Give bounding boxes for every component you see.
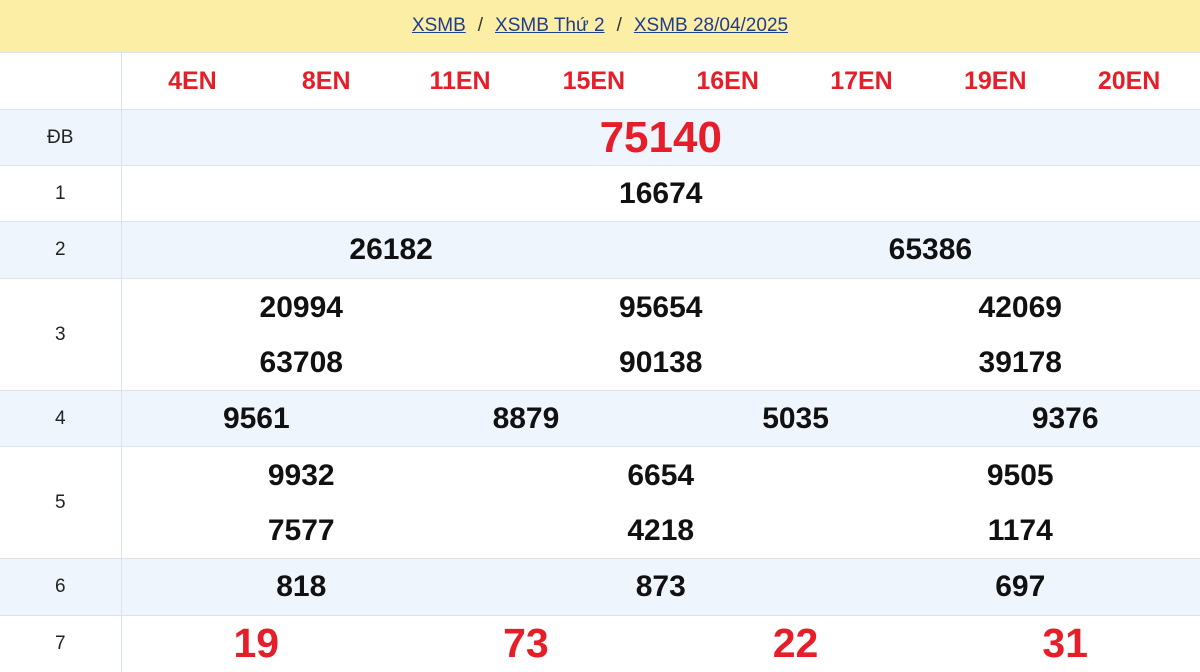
prize-label: ĐB xyxy=(0,109,122,166)
breadcrumb-link-xsmb-date[interactable]: XSMB 28/04/2025 xyxy=(634,15,788,37)
code-badge: 8EN xyxy=(301,66,351,95)
code-badge: 15EN xyxy=(562,66,626,95)
prize-number: 42069 xyxy=(978,290,1062,324)
prize-number: 31 xyxy=(1042,620,1088,667)
prize-number: 6654 xyxy=(627,458,695,492)
results-page: XSMB / XSMB Thứ 2 / XSMB 28/04/2025 4EN … xyxy=(0,0,1200,672)
code-badge: 19EN xyxy=(964,66,1027,95)
prize-row-5: 5 9932 6654 9505 7577 4218 1174 xyxy=(0,446,1200,559)
prize-number: 19 xyxy=(233,620,280,667)
code-badge: 16EN xyxy=(696,66,759,95)
prize-row-special: ĐB 75140 xyxy=(0,109,1200,166)
prize-label: 3 xyxy=(0,278,122,391)
prize-number: 16674 xyxy=(619,176,703,210)
codes-row: 4EN 8EN 11EN 15EN 16EN 17EN 19EN 20EN xyxy=(0,52,1200,110)
code-badge: 20EN xyxy=(1097,66,1161,95)
code-badge: 4EN xyxy=(168,66,217,95)
codes-cell: 4EN 8EN 11EN 15EN 16EN 17EN 19EN 20EN xyxy=(121,52,1200,110)
codes-label-cell xyxy=(0,52,122,110)
prize-number: 1174 xyxy=(987,513,1053,547)
prize-number: 818 xyxy=(276,570,327,603)
prize-number: 65386 xyxy=(888,233,973,266)
prize-number: 8879 xyxy=(492,401,560,435)
breadcrumb: XSMB / XSMB Thứ 2 / XSMB 28/04/2025 xyxy=(0,0,1200,52)
prize-number: 873 xyxy=(635,570,686,603)
prize-number: 20994 xyxy=(259,290,343,324)
prize-row-3: 3 20994 95654 42069 63708 90138 39178 xyxy=(0,278,1200,391)
breadcrumb-separator: / xyxy=(616,15,622,36)
prize-row-7: 7 19 73 22 31 xyxy=(0,615,1200,672)
prize-number: 39178 xyxy=(978,345,1062,379)
prize-row-1: 1 16674 xyxy=(0,165,1200,222)
prize-number: 697 xyxy=(995,570,1046,603)
prize-number: 4218 xyxy=(627,513,695,547)
prize-number: 22 xyxy=(772,620,819,667)
prize-label: 7 xyxy=(0,615,122,672)
prize-label: 2 xyxy=(0,221,122,279)
results-table: 4EN 8EN 11EN 15EN 16EN 17EN 19EN 20EN ĐB… xyxy=(0,52,1200,672)
prize-number: 73 xyxy=(503,620,549,667)
prize-number: 63708 xyxy=(259,345,343,379)
prize-number: 9932 xyxy=(267,458,335,492)
prize-label: 1 xyxy=(0,165,122,222)
breadcrumb-separator: / xyxy=(477,15,484,36)
breadcrumb-link-xsmb[interactable]: XSMB xyxy=(412,15,466,37)
prize-number: 95654 xyxy=(619,290,703,324)
prize-number: 90138 xyxy=(619,345,703,379)
prize-label: 6 xyxy=(0,558,122,616)
breadcrumb-link-xsmb-thu-2[interactable]: XSMB Thứ 2 xyxy=(495,15,605,37)
prize-row-4: 4 9561 8879 5035 9376 xyxy=(0,390,1200,447)
prize-number: 7577 xyxy=(267,513,335,547)
prize-number: 9561 xyxy=(222,401,290,435)
prize-number: 9376 xyxy=(1031,401,1099,435)
prize-number: 5035 xyxy=(762,401,829,435)
prize-label: 4 xyxy=(0,390,122,447)
prize-number: 9505 xyxy=(986,458,1054,492)
prize-label: 5 xyxy=(0,446,122,559)
prize-number: 26182 xyxy=(349,233,433,266)
prize-number: 75140 xyxy=(599,112,722,162)
prize-row-2: 2 26182 65386 xyxy=(0,221,1200,279)
code-badge: 11EN xyxy=(429,66,491,95)
prize-row-6: 6 818 873 697 xyxy=(0,558,1200,616)
code-badge: 17EN xyxy=(830,66,893,95)
